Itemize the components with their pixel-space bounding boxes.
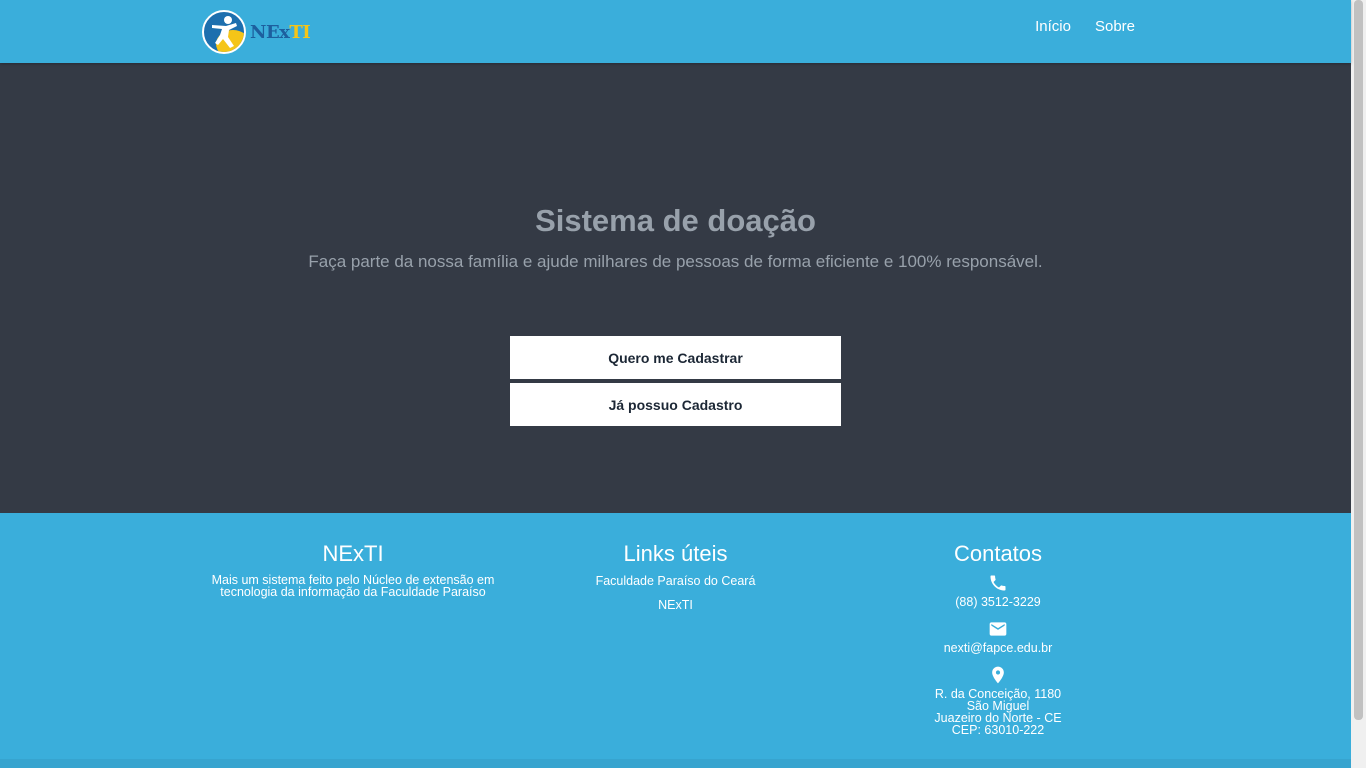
nav-link-sobre[interactable]: Sobre bbox=[1095, 18, 1135, 35]
footer-contacts-title: Contatos bbox=[953, 541, 1043, 566]
logo-text: NExTI bbox=[250, 21, 311, 43]
footer-link-nexti[interactable]: NExTI bbox=[560, 598, 791, 612]
footer-link-faculdade[interactable]: Faculdade Paraíso do Ceará bbox=[560, 574, 791, 588]
contact-email: nexti@fapce.edu.br bbox=[898, 619, 1098, 654]
mail-icon bbox=[989, 622, 1007, 636]
footer-about-text-line2: tecnologia da informação da Faculdade Pa… bbox=[220, 585, 486, 599]
signup-button[interactable]: Quero me Cadastrar bbox=[510, 336, 841, 379]
hero-title: Sistema de doação bbox=[535, 203, 816, 238]
contact-address-text: R. da Conceição, 1180 São Miguel Juazeir… bbox=[898, 688, 1098, 737]
navbar: NExTI Início Sobre bbox=[0, 0, 1351, 63]
footer-links: Links úteis Faculdade Paraíso do Ceará N… bbox=[560, 541, 791, 612]
page: NExTI Início Sobre Sistema de doação Faç… bbox=[0, 0, 1366, 768]
footer-about: NExTI Mais um sistema feito pelo Núcleo … bbox=[198, 541, 508, 598]
address-line4: CEP: 63010-222 bbox=[951, 723, 1045, 737]
footer-bottom-strip bbox=[0, 759, 1351, 768]
logo-text-ti: TI bbox=[289, 21, 311, 43]
nav-links: Início Sobre bbox=[1035, 18, 1135, 35]
person-logo-icon bbox=[202, 10, 246, 54]
contact-address: R. da Conceição, 1180 São Miguel Juazeir… bbox=[898, 665, 1098, 736]
logo-text-nex: NEx bbox=[250, 21, 290, 43]
contact-email-text: nexti@fapce.edu.br bbox=[943, 641, 1053, 655]
login-button[interactable]: Já possuo Cadastro bbox=[510, 383, 841, 426]
hero-subtitle: Faça parte da nossa família e ajude milh… bbox=[308, 252, 1043, 271]
location-pin-icon bbox=[992, 666, 1004, 684]
logo[interactable]: NExTI bbox=[202, 9, 314, 55]
footer: NExTI Mais um sistema feito pelo Núcleo … bbox=[0, 513, 1351, 768]
vertical-scrollbar[interactable] bbox=[1351, 0, 1366, 768]
footer-contacts: Contatos (88) 3512-3229 nexti@fapce.edu.… bbox=[898, 541, 1098, 736]
footer-about-text: Mais um sistema feito pelo Núcleo de ext… bbox=[198, 574, 508, 599]
nav-link-inicio[interactable]: Início bbox=[1035, 18, 1071, 35]
contact-phone: (88) 3512-3229 bbox=[898, 573, 1098, 608]
footer-links-title: Links úteis bbox=[623, 541, 728, 566]
footer-about-title: NExTI bbox=[322, 541, 384, 566]
contact-phone-text: (88) 3512-3229 bbox=[955, 595, 1041, 609]
hero-section: Sistema de doação Faça parte da nossa fa… bbox=[0, 63, 1351, 513]
scrollbar-thumb[interactable] bbox=[1354, 0, 1363, 720]
phone-icon bbox=[990, 575, 1006, 591]
